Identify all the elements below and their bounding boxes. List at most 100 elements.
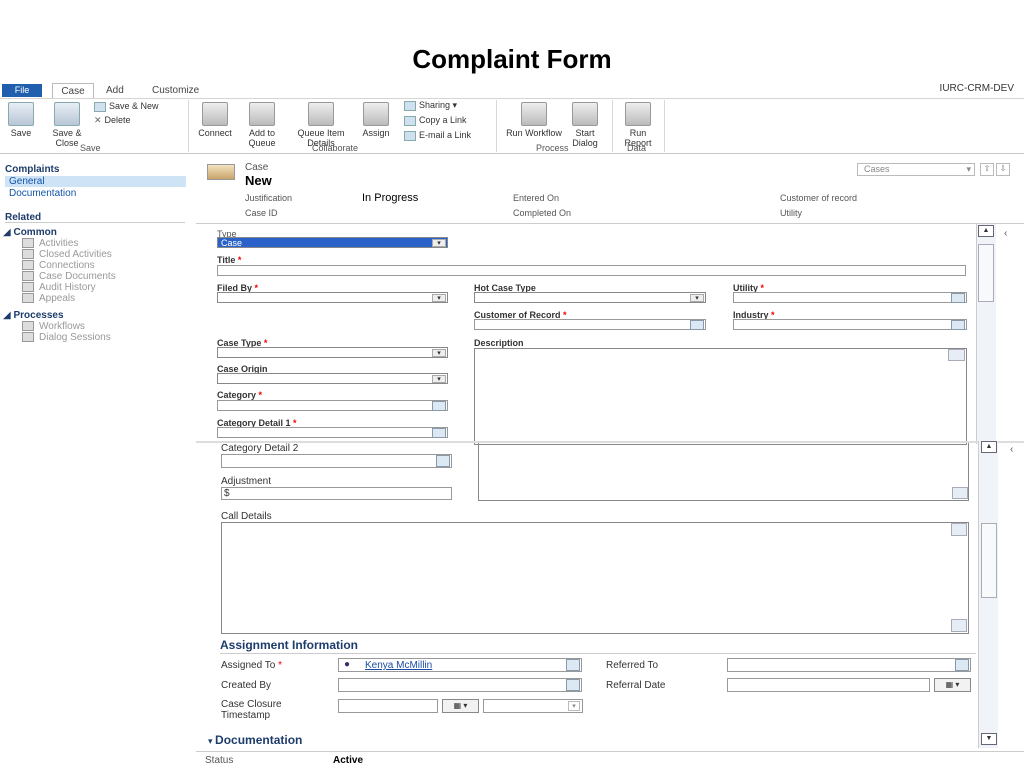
case-closure-time-select[interactable]: ▾ (483, 699, 583, 713)
adjustment-input[interactable]: $ (221, 487, 452, 500)
category-detail1-lookup[interactable] (217, 427, 448, 438)
filed-by-select[interactable]: ▾ (217, 292, 448, 303)
sharing-button[interactable]: Sharing ▾ (404, 100, 457, 111)
report-icon (625, 102, 651, 126)
scroll-up-icon[interactable]: ▲ (978, 225, 994, 237)
documentation-section-label: Documentation (215, 733, 303, 747)
collapse-arrow-icon[interactable]: ‹ (1004, 228, 1007, 239)
type-select[interactable]: Case ▾ (217, 237, 448, 248)
nav-item-icon (22, 332, 34, 343)
calendar-icon[interactable]: ▦ ▾ (934, 678, 971, 692)
call-details-label: Call Details (221, 511, 272, 522)
category-label-text: Category (217, 390, 257, 400)
collapse-arrow-icon[interactable]: ‹ (1010, 444, 1013, 455)
utility-lookup[interactable] (733, 292, 967, 303)
email-link-button[interactable]: E-mail a Link (404, 130, 471, 141)
run-workflow-label: Run Workflow (506, 128, 562, 138)
justification-value: In Progress (362, 192, 419, 204)
scroll-up-icon[interactable]: ▲ (981, 441, 997, 453)
category-detail2-label: Category Detail 2 (221, 443, 299, 454)
assign-button[interactable]: Assign (358, 102, 394, 138)
nav-common[interactable]: ◢ Common (3, 227, 57, 238)
lookup-icon[interactable] (432, 428, 446, 438)
textarea-scroll-thumb[interactable] (952, 487, 968, 499)
add-to-queue-button[interactable]: Add to Queue (242, 102, 282, 148)
nav-item[interactable]: Connections (22, 260, 116, 271)
calendar-icon[interactable]: ▦ ▾ (442, 699, 479, 713)
case-closure-date-input[interactable] (338, 699, 438, 713)
save-new-button[interactable]: Save & New (94, 101, 159, 112)
referred-to-lookup[interactable] (727, 658, 971, 672)
scroll-thumb[interactable] (978, 244, 994, 302)
up-icon[interactable]: ⇧ (980, 163, 994, 176)
copy-link-button[interactable]: Copy a Link (404, 115, 467, 126)
lookup-icon[interactable] (951, 293, 965, 303)
textarea-scroll-thumb[interactable] (951, 523, 967, 536)
description-textarea-continued[interactable] (478, 443, 969, 501)
case-entity-icon (207, 164, 235, 180)
scroll-down-icon[interactable]: ▼ (981, 733, 997, 745)
title-input[interactable] (217, 265, 966, 276)
nav-item-label: Closed Activities (39, 249, 112, 260)
start-dialog-button[interactable]: Start Dialog (564, 102, 606, 148)
description-textarea[interactable] (474, 348, 967, 445)
textarea-scroll-thumb[interactable] (951, 619, 967, 632)
lookup-icon[interactable] (436, 455, 450, 467)
delete-button[interactable]: ✕ Delete (94, 115, 131, 126)
queue-item-details-button[interactable]: Queue Item Details (288, 102, 354, 148)
nav-item[interactable]: Audit History (22, 282, 116, 293)
view-selector[interactable]: Cases ▾ (857, 163, 975, 176)
run-workflow-button[interactable]: Run Workflow (506, 102, 562, 138)
nav-processes[interactable]: ◢ Processes (3, 310, 64, 321)
assigned-to-lookup[interactable]: ● Kenya McMillin (338, 658, 582, 672)
lookup-icon[interactable] (690, 320, 704, 330)
nav-item[interactable]: Activities (22, 238, 116, 249)
case-type-select[interactable]: ▾ (217, 347, 448, 358)
tab-customize[interactable]: Customize (152, 85, 199, 96)
lookup-icon[interactable] (566, 659, 580, 671)
connect-button[interactable]: Connect (194, 102, 236, 138)
lookup-icon[interactable] (566, 679, 580, 691)
category-lookup[interactable] (217, 400, 448, 411)
lookup-icon[interactable] (955, 659, 969, 671)
down-icon[interactable]: ⇩ (996, 163, 1010, 176)
customer-record-lookup[interactable] (474, 319, 706, 330)
tab-file[interactable]: File (2, 84, 42, 97)
industry-lookup[interactable] (733, 319, 967, 330)
nav-documentation[interactable]: Documentation (9, 188, 76, 199)
nav-item-label: Connections (39, 260, 95, 271)
email-link-icon (404, 130, 416, 141)
entity-name: Case (245, 162, 269, 173)
assigned-to-label-text: Assigned To (221, 660, 276, 671)
scroll-thumb[interactable] (981, 523, 997, 598)
case-origin-select[interactable]: ▾ (217, 373, 448, 384)
copy-link-label: Copy a Link (419, 115, 467, 125)
save-close-button[interactable]: Save & Close (44, 102, 90, 148)
assigned-to-link[interactable]: Kenya McMillin (365, 660, 432, 671)
nav-item[interactable]: Appeals (22, 293, 116, 304)
ribbon-separator (496, 100, 497, 152)
assign-label: Assign (362, 128, 390, 138)
lookup-icon[interactable] (432, 401, 446, 411)
nav-process-list: Workflows Dialog Sessions (22, 321, 111, 343)
textarea-scroll-thumb[interactable] (948, 349, 965, 361)
call-details-textarea[interactable] (221, 522, 969, 634)
save-button[interactable]: Save (4, 102, 38, 138)
save-label: Save (10, 128, 32, 138)
created-by-lookup[interactable] (338, 678, 582, 692)
nav-item[interactable]: Closed Activities (22, 249, 116, 260)
nav-item[interactable]: Case Documents (22, 271, 116, 282)
referral-date-input[interactable] (727, 678, 930, 692)
nav-item-label: Audit History (39, 282, 96, 293)
tab-case[interactable]: Case (52, 83, 94, 99)
tab-add[interactable]: Add (106, 85, 124, 96)
lookup-icon[interactable] (951, 320, 965, 330)
run-report-button[interactable]: Run Report (616, 102, 660, 148)
nav-item[interactable]: Workflows (22, 321, 111, 332)
nav-item-label: Case Documents (39, 271, 116, 282)
nav-general[interactable]: General (5, 176, 186, 187)
nav-item[interactable]: Dialog Sessions (22, 332, 111, 343)
documentation-section[interactable]: ▾ Documentation (208, 733, 302, 747)
hot-case-type-select[interactable]: ▾ (474, 292, 706, 303)
category-detail2-lookup[interactable] (221, 454, 452, 468)
